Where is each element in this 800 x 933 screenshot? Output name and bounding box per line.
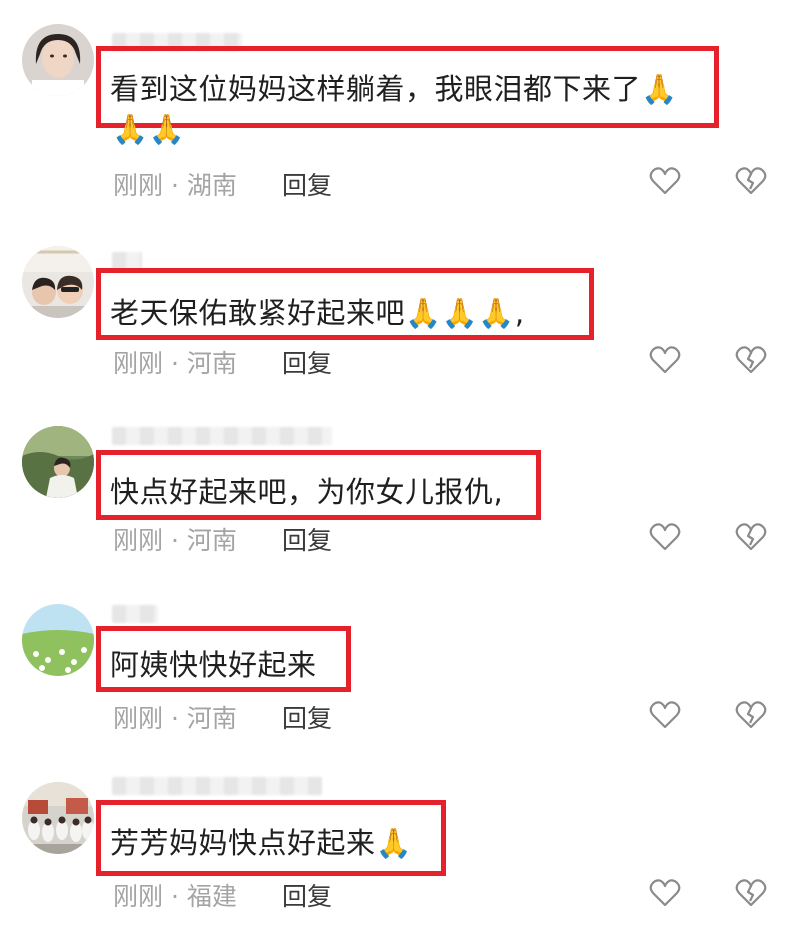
comment-text: 阿姨快快好起来 <box>110 648 317 682</box>
comment-meta: 刚刚 · 福建 <box>113 877 237 913</box>
comment-text: 芳芳妈妈快点好起来🙏 <box>110 826 413 860</box>
comment-time: 刚刚 <box>113 349 164 378</box>
comment-location: 河南 <box>186 526 237 555</box>
heart-outline-icon[interactable] <box>648 876 682 910</box>
heart-outline-icon[interactable] <box>648 343 682 377</box>
comment-time: 刚刚 <box>113 882 164 911</box>
username-blurred <box>112 427 332 445</box>
broken-heart-outline-icon[interactable] <box>734 343 768 377</box>
meta-separator: · <box>170 882 179 911</box>
username-blurred <box>112 777 322 795</box>
comment-meta: 刚刚 · 河南 <box>113 699 237 735</box>
meta-separator: · <box>170 349 179 378</box>
reply-button[interactable]: 回复 <box>282 344 332 380</box>
broken-heart-outline-icon[interactable] <box>734 698 768 732</box>
comment-location: 河南 <box>186 704 237 733</box>
comment-text: 老天保佑敢紧好起来吧🙏🙏🙏, <box>110 296 525 330</box>
avatar[interactable] <box>22 426 94 498</box>
broken-heart-outline-icon[interactable] <box>734 876 768 910</box>
avatar[interactable] <box>22 246 94 318</box>
comment-meta: 刚刚 · 河南 <box>113 344 237 380</box>
comment-location: 福建 <box>186 882 237 911</box>
reply-button[interactable]: 回复 <box>282 521 332 557</box>
username-blurred <box>112 605 158 623</box>
meta-separator: · <box>170 704 179 733</box>
heart-outline-icon[interactable] <box>648 698 682 732</box>
comment-location: 河南 <box>186 349 237 378</box>
comment-item: 芳芳妈妈快点好起来🙏 刚刚 · 福建 回复 <box>0 0 800 911</box>
comment-meta: 刚刚 · 河南 <box>113 521 237 557</box>
reply-button[interactable]: 回复 <box>282 699 332 735</box>
heart-outline-icon[interactable] <box>648 520 682 554</box>
broken-heart-outline-icon[interactable] <box>734 520 768 554</box>
comment-text: 快点好起来吧，为你女儿报仇, <box>110 475 504 509</box>
comment-time: 刚刚 <box>113 526 164 555</box>
comment-time: 刚刚 <box>113 704 164 733</box>
avatar[interactable] <box>22 782 94 854</box>
meta-separator: · <box>170 526 179 555</box>
reply-button[interactable]: 回复 <box>282 877 332 913</box>
avatar[interactable] <box>22 604 94 676</box>
